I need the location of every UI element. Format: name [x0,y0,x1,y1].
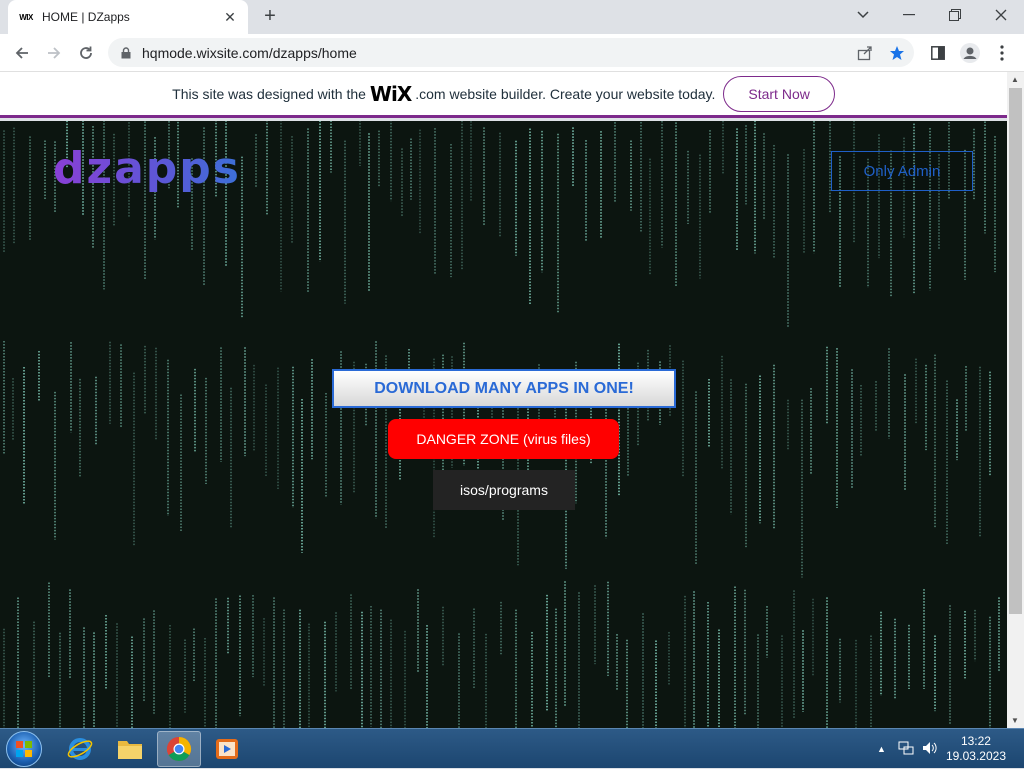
chrome-taskbar-icon[interactable] [157,731,201,767]
banner-text-after: .com website builder. Create your websit… [415,85,716,102]
menu-kebab-icon[interactable] [988,39,1016,67]
browser-tab[interactable]: WIX HOME | DZapps ✕ [8,0,248,34]
internet-explorer-icon[interactable] [58,731,102,767]
windows-taskbar: ▲ 13:22 19.03.2023 [0,728,1024,768]
restore-icon[interactable] [932,0,978,30]
lock-icon[interactable] [118,45,134,61]
clock-time: 13:22 [960,734,991,748]
scroll-down-icon[interactable]: ▼ [1011,716,1019,725]
browser-toolbar: hqmode.wixsite.com/dzapps/home [0,34,1024,72]
close-tab-icon[interactable]: ✕ [222,9,238,25]
volume-icon[interactable] [922,741,938,758]
profile-avatar-icon[interactable] [956,39,984,67]
scroll-up-icon[interactable]: ▲ [1011,75,1019,84]
bookmark-star-icon[interactable] [888,44,906,62]
show-hidden-icons-icon[interactable]: ▲ [877,744,886,754]
tab-strip: WIX HOME | DZapps ✕ + [0,0,1024,34]
clock-date: 19.03.2023 [945,749,1006,763]
scroll-thumb[interactable] [1009,88,1022,614]
download-apps-button[interactable]: DOWNLOAD MANY APPS IN ONE! [332,369,676,408]
share-icon[interactable] [856,44,874,62]
address-bar[interactable]: hqmode.wixsite.com/dzapps/home [108,38,914,67]
wix-favicon-icon: WIX [19,12,33,22]
minimize-icon[interactable] [886,0,932,30]
media-player-icon[interactable] [205,731,249,767]
side-panel-icon[interactable] [924,39,952,67]
site-page: dzapps Only Admin DOWNLOAD MANY APPS IN … [0,121,1007,728]
close-window-icon[interactable] [978,0,1024,30]
system-tray: ▲ 13:22 19.03.2023 [877,729,1024,769]
tab-search-icon[interactable] [840,0,886,30]
site-logo[interactable]: dzapps [53,143,241,194]
only-admin-button[interactable]: Only Admin [831,151,973,191]
forward-icon[interactable] [40,39,68,67]
reload-icon[interactable] [72,39,100,67]
file-explorer-icon[interactable] [108,731,152,767]
start-now-button[interactable]: Start Now [723,75,835,112]
start-menu-icon[interactable] [6,731,42,767]
isos-programs-button[interactable]: isos/programs [433,470,575,510]
url-text: hqmode.wixsite.com/dzapps/home [142,44,357,61]
wix-banner-text: This site was designed with the WiX .com … [172,82,715,106]
network-icon[interactable] [898,741,914,758]
danger-zone-button[interactable]: DANGER ZONE (virus files) [388,419,619,459]
wix-logo[interactable]: WiX [370,82,412,106]
tab-title: HOME | DZapps [42,10,130,24]
system-clock[interactable]: 13:22 19.03.2023 [946,734,1006,764]
new-tab-icon[interactable]: + [258,6,282,28]
back-icon[interactable] [8,39,36,67]
page-scrollbar[interactable]: ▲ ▼ [1007,72,1024,728]
wix-ad-banner: This site was designed with the WiX .com … [0,72,1007,118]
banner-text-before: This site was designed with the [172,85,366,102]
